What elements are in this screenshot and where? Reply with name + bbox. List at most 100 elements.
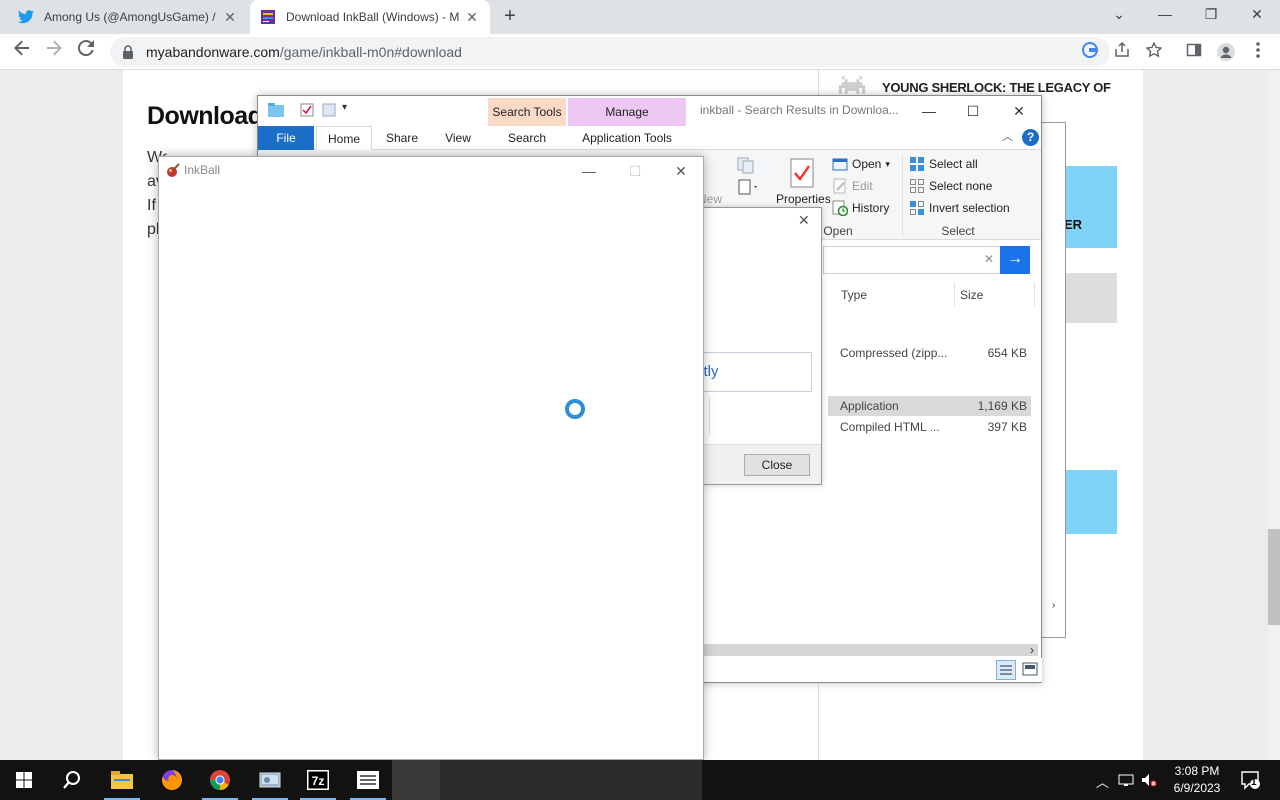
search-clear-icon[interactable]: ✕ <box>984 252 994 266</box>
tab-close-icon[interactable]: ✕ <box>222 9 238 26</box>
explorer-close-button[interactable]: ✕ <box>1004 100 1034 122</box>
sidebar-fragment: ER <box>1064 217 1083 232</box>
new-folder-quick-icon[interactable] <box>322 103 336 120</box>
side-panel-icon[interactable] <box>1184 42 1204 62</box>
file-size: 397 KB <box>987 420 1027 434</box>
address-bar[interactable]: myabandonware.com/game/inkball-m0n#downl… <box>110 37 1110 67</box>
invert-selection-button[interactable]: Invert selection <box>909 200 1010 216</box>
twitter-icon <box>18 9 34 25</box>
ribbon-group-select: Select <box>941 224 975 238</box>
new-item-icon[interactable] <box>736 178 760 199</box>
properties-icon <box>790 158 814 191</box>
edit-button[interactable]: Edit <box>832 178 873 194</box>
background-window[interactable] <box>1040 122 1066 638</box>
horizontal-scrollbar[interactable] <box>704 644 1038 656</box>
new-tab-button[interactable]: + <box>498 5 522 29</box>
share-icon[interactable] <box>1112 41 1132 62</box>
ribbon-collapse-icon[interactable]: ︿ <box>1002 128 1013 144</box>
windows-logo-icon <box>16 772 32 788</box>
page-scrollbar-thumb[interactable] <box>1268 529 1280 625</box>
notepad-icon <box>357 771 379 789</box>
loading-spinner-icon <box>565 399 585 419</box>
taskbar-inkball[interactable] <box>392 760 440 800</box>
column-separator[interactable] <box>1034 282 1035 306</box>
page-scrollbar[interactable] <box>1268 70 1280 760</box>
tab-search[interactable]: Search <box>488 126 566 150</box>
inkball-maximize-button[interactable]: ☐ <box>615 159 655 183</box>
column-header-size[interactable]: Size <box>960 288 983 302</box>
dialog-close-icon[interactable]: ✕ <box>798 212 810 229</box>
properties-quick-icon[interactable] <box>300 103 314 120</box>
show-hidden-icons-icon[interactable]: ︿ <box>1096 772 1109 791</box>
column-header-type[interactable]: Type <box>841 288 867 302</box>
reload-icon[interactable] <box>74 40 98 64</box>
invert-selection-icon <box>909 200 925 216</box>
tab-file[interactable]: File <box>258 126 314 150</box>
tab-application-tools[interactable]: Application Tools <box>568 126 686 150</box>
start-button[interactable] <box>0 760 48 800</box>
taskbar-firefox[interactable] <box>148 760 196 800</box>
copy-path-icon[interactable] <box>736 156 758 177</box>
tab-home[interactable]: Home <box>316 126 372 151</box>
folder-icon <box>268 103 284 120</box>
file-row[interactable]: Compiled HTML ... 397 KB <box>828 417 1031 437</box>
tab-close-icon[interactable]: ✕ <box>464 9 480 26</box>
volume-muted-icon[interactable] <box>1141 772 1157 791</box>
tab-among-us[interactable]: Among Us (@AmongUsGame) / ✕ <box>8 0 248 34</box>
network-icon[interactable] <box>1118 772 1134 791</box>
tab-inkball-download[interactable]: Download InkBall (Windows) - M ✕ <box>250 0 490 34</box>
bookmark-star-icon[interactable] <box>1144 41 1164 62</box>
open-button[interactable]: Open ▾ <box>832 156 890 172</box>
taskbar-7zip[interactable]: 7z <box>294 760 342 800</box>
ribbon-group-open: Open <box>823 224 853 238</box>
dialog-close-button[interactable]: Close <box>744 454 810 476</box>
search-go-icon[interactable]: → <box>1000 246 1030 274</box>
history-button[interactable]: History <box>832 200 889 217</box>
explorer-maximize-button[interactable]: ☐ <box>958 100 988 122</box>
properties-button[interactable]: Properties <box>774 156 831 206</box>
quick-access-dropdown-icon[interactable]: ▾ <box>342 102 347 113</box>
browser-tabstrip: Among Us (@AmongUsGame) / ✕ Download Ink… <box>0 0 1280 34</box>
system-clock[interactable]: 3:08 PM 6/9/2023 <box>1168 763 1226 797</box>
hscroll-right-arrow-icon[interactable]: › <box>1030 643 1034 657</box>
scroll-right-icon[interactable]: › <box>1052 600 1055 611</box>
tab-search-dropdown-icon[interactable]: ⌄ <box>1096 0 1142 30</box>
back-icon[interactable] <box>10 40 34 64</box>
tab-view[interactable]: View <box>432 126 484 150</box>
explorer-search-box[interactable]: ✕ <box>823 246 1001 274</box>
taskbar-notepad[interactable] <box>344 760 392 800</box>
forward-icon[interactable] <box>42 40 66 64</box>
select-all-button[interactable]: Select all <box>909 156 978 172</box>
inkball-close-button[interactable]: ✕ <box>661 159 701 183</box>
large-icons-view-icon[interactable] <box>1022 662 1038 679</box>
file-row[interactable]: Compressed (zipp... 654 KB <box>828 343 1031 363</box>
sidebar-game-title[interactable]: YOUNG SHERLOCK: THE LEGACY OF <box>882 80 1111 95</box>
profile-avatar-icon[interactable] <box>1216 42 1236 62</box>
taskbar-control-panel[interactable] <box>246 760 294 800</box>
search-tools-context-tab[interactable]: Search Tools <box>488 98 566 126</box>
minimize-button[interactable]: — <box>1142 0 1188 30</box>
tab-share[interactable]: Share <box>376 126 428 150</box>
notification-center-icon[interactable]: 1 <box>1240 770 1260 793</box>
taskbar-chrome[interactable] <box>196 760 244 800</box>
inkball-minimize-button[interactable]: — <box>569 159 609 183</box>
select-none-button[interactable]: Select none <box>909 178 992 194</box>
taskbar-file-explorer[interactable] <box>98 760 146 800</box>
chrome-icon <box>209 770 230 791</box>
help-icon[interactable]: ? <box>1022 129 1039 146</box>
close-window-button[interactable]: ✕ <box>1234 0 1280 30</box>
details-view-icon[interactable] <box>996 660 1016 680</box>
restore-button[interactable]: ❐ <box>1188 0 1234 30</box>
manage-context-tab[interactable]: Manage <box>568 98 686 126</box>
select-none-label: Select none <box>929 179 993 193</box>
url-path: /game/inkball-m0n#download <box>279 44 462 60</box>
explorer-minimize-button[interactable]: — <box>914 100 944 122</box>
notification-count: 1 <box>1251 777 1257 788</box>
file-row[interactable]: Application 1,169 KB <box>828 396 1031 416</box>
column-separator[interactable] <box>954 282 955 306</box>
file-size: 1,169 KB <box>977 399 1027 413</box>
google-lens-icon[interactable] <box>1080 41 1100 62</box>
menu-kebab-icon[interactable] <box>1248 42 1268 62</box>
search-button[interactable] <box>48 760 96 800</box>
ribbon-separator <box>902 154 903 236</box>
